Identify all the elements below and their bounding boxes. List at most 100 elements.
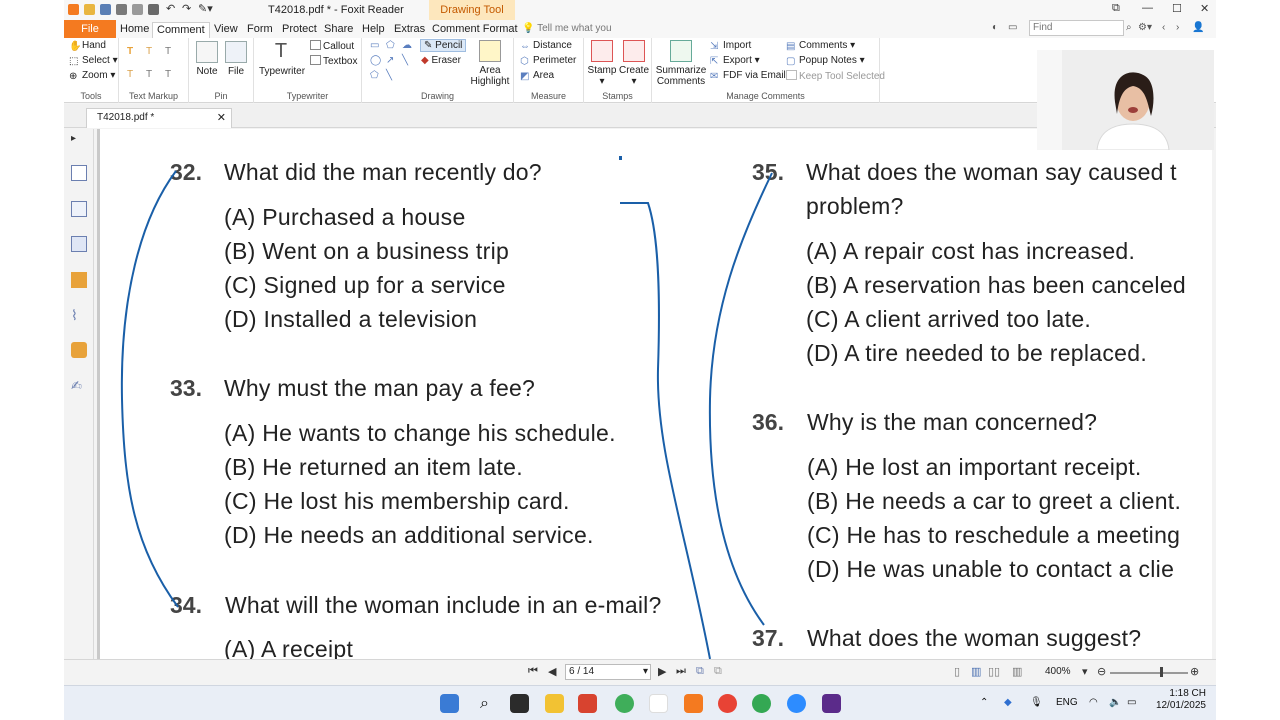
tell-me-box[interactable]: 💡 Tell me what you <box>522 23 612 34</box>
open-icon[interactable] <box>84 4 95 15</box>
perimeter-button[interactable]: ⬡ Perimeter <box>520 55 576 67</box>
security-tray-icon[interactable]: ◆ <box>1004 697 1012 708</box>
print-icon[interactable] <box>116 4 127 15</box>
search-taskbar-icon[interactable]: ⌕ <box>475 694 494 713</box>
pencil-button[interactable]: ✎ Pencil <box>420 39 467 52</box>
next-view-icon[interactable]: ⧉ <box>714 665 722 678</box>
app-icon[interactable] <box>578 694 597 713</box>
tab-help[interactable]: Help <box>358 22 389 38</box>
zoom-dropdown-icon[interactable]: ▾ <box>1082 665 1088 678</box>
clock[interactable]: 1:18 CH 12/01/2025 <box>1154 688 1206 712</box>
tab-form[interactable]: Form <box>243 22 277 38</box>
import-button[interactable]: ⇲ Import <box>710 40 751 52</box>
previous-page-icon[interactable]: ◀ <box>548 665 556 678</box>
file-button[interactable]: File <box>223 66 249 77</box>
task-view-icon[interactable] <box>510 694 529 713</box>
note-icon[interactable] <box>196 41 218 63</box>
back-icon[interactable]: ‹ <box>1162 22 1165 33</box>
find-input[interactable]: Find <box>1029 20 1124 36</box>
replace-text-icon[interactable]: T <box>146 69 152 80</box>
area-highlight-button[interactable]: Area Highlight <box>466 65 514 87</box>
create-button[interactable]: Create ▾ <box>618 65 650 87</box>
polyline-icon[interactable]: ╲ <box>386 70 392 81</box>
continuous-facing-icon[interactable]: ▥ <box>1012 665 1022 678</box>
next-page-icon[interactable]: ▶ <box>658 665 666 678</box>
document-tab[interactable]: T42018.pdf * ✕ <box>86 108 232 128</box>
tray-overflow-icon[interactable]: ⌃ <box>980 697 988 708</box>
messages-icon[interactable]: ▭ <box>1008 22 1017 33</box>
start-icon[interactable] <box>440 694 459 713</box>
continuous-page-icon[interactable]: ▥ <box>971 665 981 678</box>
facing-page-icon[interactable]: ▯▯ <box>988 665 1000 678</box>
skin-icon[interactable]: ◐ <box>992 22 998 33</box>
eraser-button[interactable]: ◆ Eraser <box>421 55 461 66</box>
typewriter-icon[interactable]: T <box>270 40 292 62</box>
polygon-icon[interactable]: ⬠ <box>386 40 395 51</box>
callout-button[interactable]: Callout <box>310 40 354 52</box>
create-stamp-icon[interactable] <box>623 40 645 62</box>
tab-file[interactable]: File <box>64 20 116 38</box>
close-button[interactable]: ✕ <box>1200 2 1209 15</box>
page-dropdown-icon[interactable]: ▾ <box>643 665 650 679</box>
maximize-button[interactable]: ☐ <box>1172 2 1182 15</box>
microphone-icon[interactable]: 🎙 <box>1030 697 1043 708</box>
undo-icon[interactable]: ↶ <box>166 2 175 15</box>
hand-tool-icon[interactable] <box>148 4 159 15</box>
page-number-input[interactable]: 6 / 14 ▾ <box>565 664 651 680</box>
redo-icon[interactable]: ↷ <box>182 2 191 15</box>
fdf-via-email-button[interactable]: ✉ FDF via Email <box>710 70 786 82</box>
user-icon[interactable]: 👤 <box>1192 22 1204 33</box>
area-button[interactable]: ◩ Area <box>520 70 554 82</box>
pdf-page-view[interactable]: 32. What did the man recently do? (A) Pu… <box>97 129 1212 659</box>
zoom-slider-track[interactable] <box>1110 672 1188 674</box>
tab-protect[interactable]: Protect <box>278 22 321 38</box>
cloud-icon[interactable]: ☁ <box>402 40 412 51</box>
volume-icon[interactable]: 🔈 <box>1109 697 1121 708</box>
wifi-icon[interactable]: ◠ <box>1089 697 1098 708</box>
comments-button[interactable]: ▤ Comments ▾ <box>786 40 855 52</box>
minimize-button[interactable]: — <box>1142 2 1153 14</box>
pages-icon[interactable] <box>71 201 87 217</box>
attachment-icon[interactable]: ⌇ <box>71 307 87 323</box>
expand-panel-icon[interactable]: ▸ <box>71 133 87 149</box>
previous-view-icon[interactable]: ⧉ <box>696 665 704 678</box>
app-icon[interactable] <box>649 694 668 713</box>
tab-share[interactable]: Share <box>320 22 357 38</box>
app-icon[interactable] <box>615 694 634 713</box>
search-icon[interactable]: ⌕ <box>1126 22 1132 33</box>
distance-button[interactable]: ⇔ Distance <box>520 40 572 52</box>
note-button[interactable]: Note <box>194 66 220 77</box>
app-icon[interactable] <box>822 694 841 713</box>
area-highlight-icon[interactable] <box>479 40 501 62</box>
stamp-icon[interactable] <box>591 40 613 62</box>
tab-extras[interactable]: Extras <box>390 22 429 38</box>
insert-text-icon[interactable]: T <box>165 69 171 80</box>
textbox-button[interactable]: Textbox <box>310 55 357 67</box>
line-icon[interactable]: ╲ <box>402 55 408 66</box>
zoom-app-icon[interactable] <box>787 694 806 713</box>
tab-comment-format[interactable]: Comment Format <box>428 22 522 38</box>
zoom-level[interactable]: 400% <box>1045 666 1071 677</box>
close-tab-icon[interactable]: ✕ <box>217 109 226 127</box>
squiggly-text-icon[interactable]: T <box>127 69 133 80</box>
save-icon[interactable] <box>100 4 111 15</box>
zoom-slider-thumb[interactable] <box>1160 667 1163 677</box>
select-tool-button[interactable]: ⬚ Select ▾ <box>69 55 118 67</box>
tab-home[interactable]: Home <box>116 22 153 38</box>
file-explorer-icon[interactable] <box>545 694 564 713</box>
comments-panel-icon[interactable] <box>71 272 87 288</box>
stamp-button[interactable]: Stamp ▾ <box>586 65 618 87</box>
pentagon-icon[interactable]: ⬠ <box>370 70 379 81</box>
underline-text-icon[interactable]: T <box>146 46 152 57</box>
hand-tool-button[interactable]: ✋Hand <box>69 40 106 52</box>
gear-icon[interactable]: ⚙▾ <box>1138 22 1152 33</box>
highlight-text-icon[interactable]: T <box>127 46 133 57</box>
rectangle-icon[interactable]: ▭ <box>370 40 379 51</box>
tab-comment[interactable]: Comment <box>152 22 210 38</box>
summarize-icon[interactable] <box>670 40 692 62</box>
zoom-in-icon[interactable]: ⊕ <box>1190 665 1199 678</box>
strikeout-text-icon[interactable]: T <box>165 46 171 57</box>
first-page-icon[interactable]: ⏮ <box>528 665 538 678</box>
arrow-icon[interactable]: ↗ <box>386 55 394 66</box>
last-page-icon[interactable]: ⏭ <box>676 665 686 678</box>
